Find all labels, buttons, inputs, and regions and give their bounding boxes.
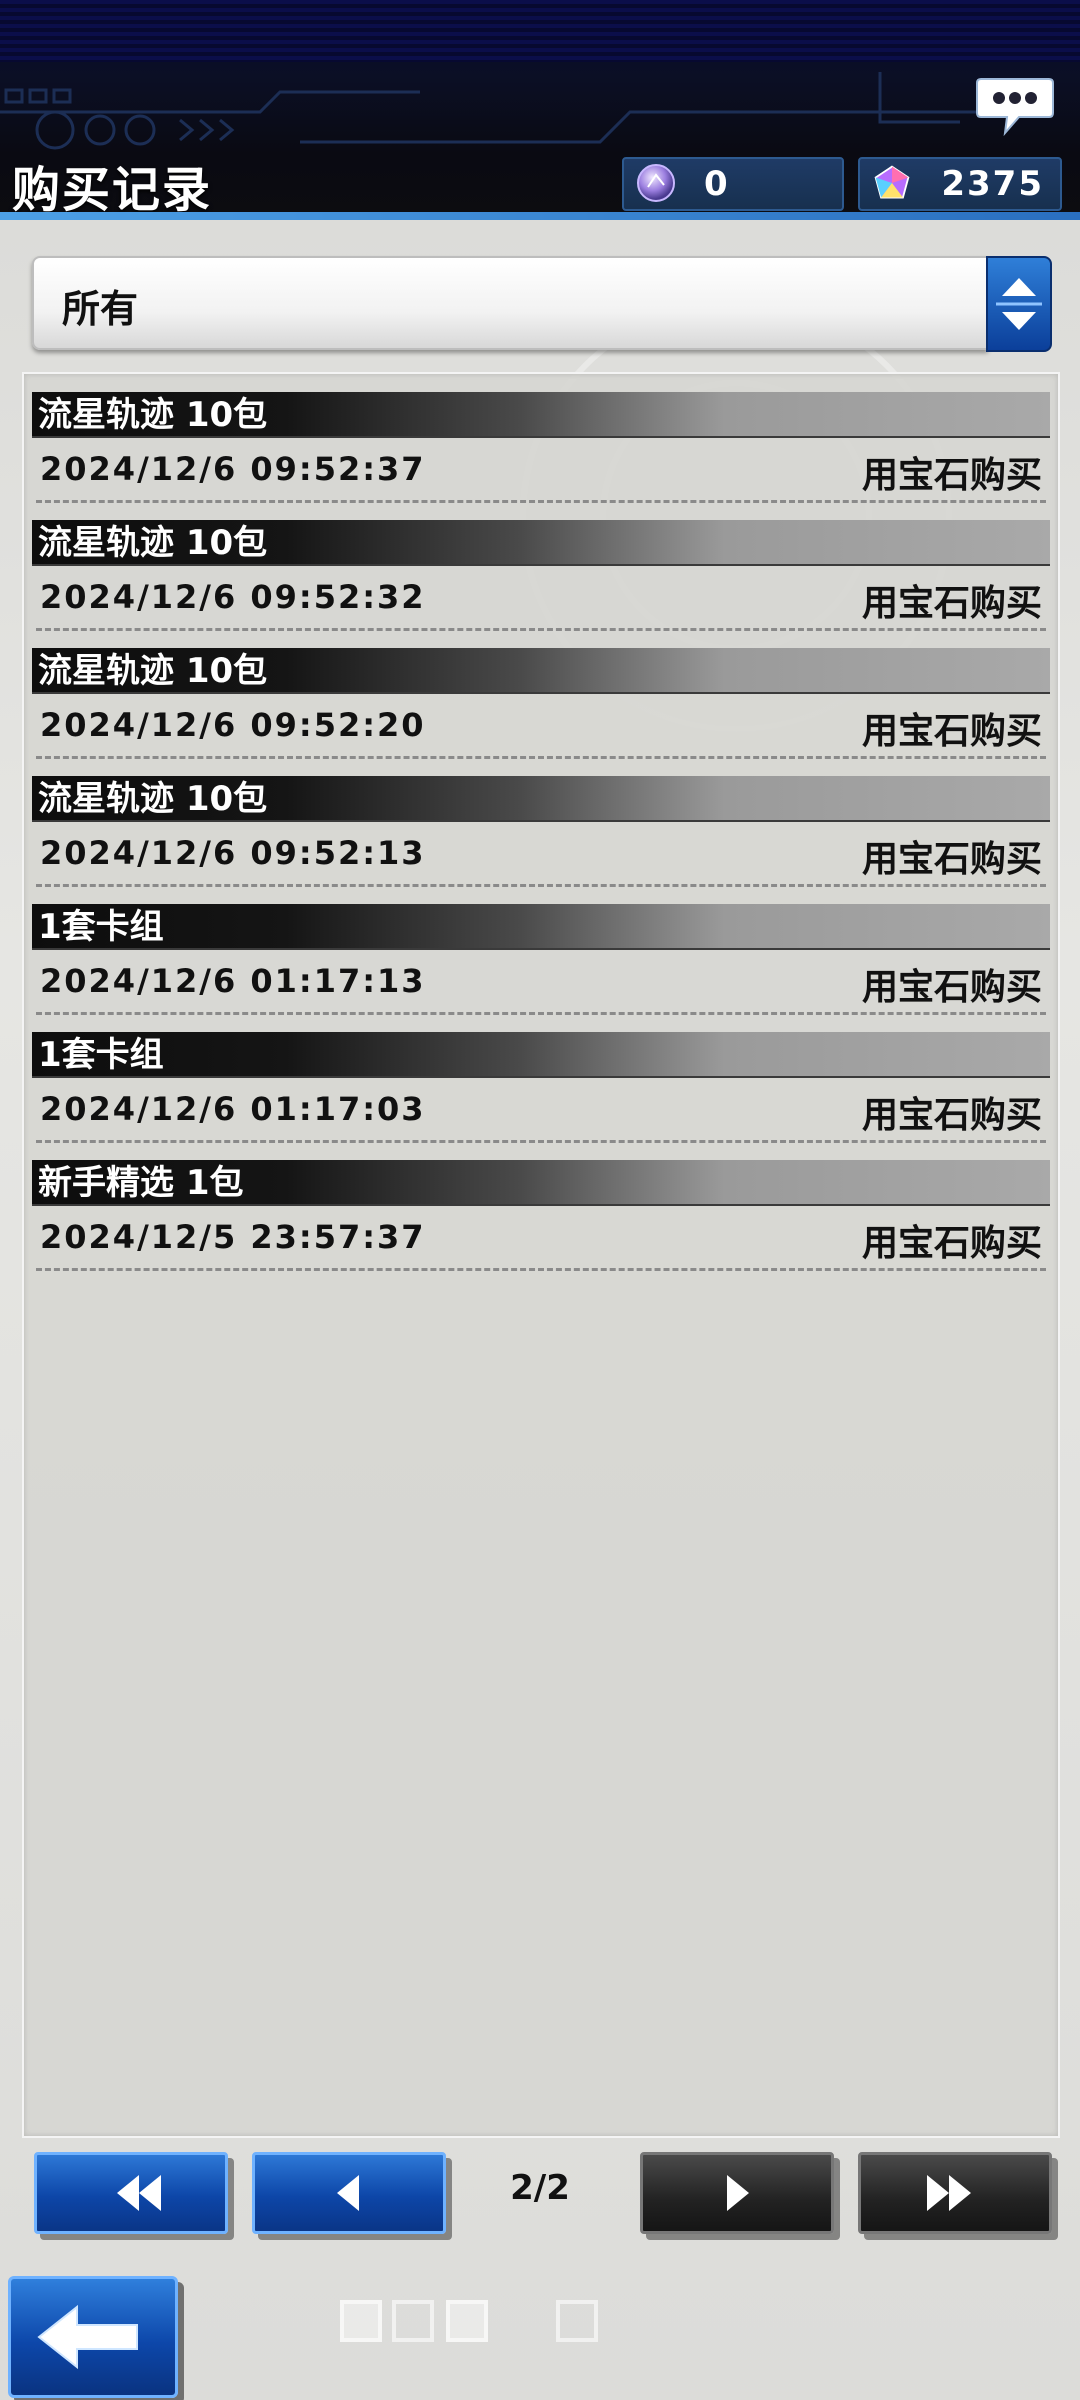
filter-select-box[interactable]: 所有 <box>32 256 988 350</box>
record-datetime: 2024/12/6 09:52:32 <box>40 578 426 616</box>
list-item: 1套卡组 2024/12/6 01:17:13 用宝石购买 <box>32 896 1050 1024</box>
record-datetime: 2024/12/6 01:17:03 <box>40 1090 426 1128</box>
previous-page-button[interactable] <box>252 2152 446 2234</box>
record-payment-method: 用宝石购买 <box>861 1223 1042 1264</box>
record-item-name: 新手精选 1包 <box>32 1160 1050 1206</box>
header-underline <box>0 212 1080 220</box>
list-item: 1套卡组 2024/12/6 01:17:03 用宝石购买 <box>32 1024 1050 1152</box>
record-item-name: 流星轨迹 10包 <box>32 392 1050 438</box>
page-indicator: 2/2 <box>510 2168 570 2208</box>
record-payment-method: 用宝石购买 <box>861 967 1042 1008</box>
record-item-name: 流星轨迹 10包 <box>32 520 1050 566</box>
list-item: 流星轨迹 10包 2024/12/6 09:52:37 用宝石购买 <box>32 384 1050 512</box>
record-payment-method: 用宝石购买 <box>861 711 1042 752</box>
bottom-decoration <box>446 2300 488 2342</box>
record-datetime: 2024/12/6 09:52:13 <box>40 834 426 872</box>
top-header: 购买记录 0 2375 <box>0 0 1080 220</box>
record-datetime: 2024/12/6 09:52:20 <box>40 706 426 744</box>
record-payment-method: 用宝石购买 <box>861 583 1042 624</box>
double-left-icon <box>117 2175 161 2211</box>
back-button[interactable] <box>8 2276 178 2398</box>
record-datetime: 2024/12/6 01:17:13 <box>40 962 426 1000</box>
bottom-decoration <box>340 2300 382 2342</box>
orb-icon <box>637 164 675 202</box>
record-item-name: 1套卡组 <box>32 1032 1050 1078</box>
last-page-button[interactable] <box>858 2152 1052 2234</box>
record-payment-method: 用宝石购买 <box>861 455 1042 496</box>
gem-currency-display: 2375 <box>858 157 1062 211</box>
record-item-name: 流星轨迹 10包 <box>32 648 1050 694</box>
double-right-icon <box>927 2175 971 2211</box>
row-divider <box>36 1012 1046 1015</box>
chat-bubble-icon <box>976 78 1054 137</box>
row-divider <box>36 756 1046 759</box>
record-datetime: 2024/12/5 23:57:37 <box>40 1218 426 1256</box>
left-icon <box>337 2175 359 2211</box>
row-divider <box>36 1268 1046 1271</box>
chat-button[interactable] <box>975 75 1055 137</box>
record-item-name: 1套卡组 <box>32 904 1050 950</box>
list-item: 流星轨迹 10包 2024/12/6 09:52:13 用宝石购买 <box>32 768 1050 896</box>
row-divider <box>36 884 1046 887</box>
page-title: 购买记录 <box>12 162 213 218</box>
first-page-button[interactable] <box>34 2152 228 2234</box>
list-item: 流星轨迹 10包 2024/12/6 09:52:32 用宝石购买 <box>32 512 1050 640</box>
filter-toggle-button[interactable] <box>986 256 1052 352</box>
bottom-decoration <box>392 2300 434 2342</box>
filter-dropdown[interactable]: 所有 <box>32 256 1052 352</box>
row-divider <box>36 500 1046 503</box>
filter-selected-value: 所有 <box>62 287 139 331</box>
list-item: 流星轨迹 10包 2024/12/6 09:52:20 用宝石购买 <box>32 640 1050 768</box>
list-item: 新手精选 1包 2024/12/5 23:57:37 用宝石购买 <box>32 1152 1050 1280</box>
row-divider <box>36 1140 1046 1143</box>
record-payment-method: 用宝石购买 <box>861 1095 1042 1136</box>
back-arrow-icon <box>37 2304 138 2370</box>
record-payment-method: 用宝石购买 <box>861 839 1042 880</box>
right-icon <box>727 2175 749 2211</box>
gem-icon <box>874 165 910 199</box>
orb-currency-display: 0 <box>622 157 844 211</box>
gem-count: 2375 <box>941 164 1044 204</box>
next-page-button[interactable] <box>640 2152 834 2234</box>
up-down-arrows-icon <box>996 278 1042 330</box>
record-item-name: 流星轨迹 10包 <box>32 776 1050 822</box>
header-stripes <box>0 0 1080 62</box>
row-divider <box>36 628 1046 631</box>
purchase-record-list[interactable]: 流星轨迹 10包 2024/12/6 09:52:37 用宝石购买 流星轨迹 1… <box>22 372 1060 2138</box>
record-datetime: 2024/12/6 09:52:37 <box>40 450 426 488</box>
orb-count: 0 <box>704 164 730 204</box>
bottom-decoration <box>556 2300 598 2342</box>
